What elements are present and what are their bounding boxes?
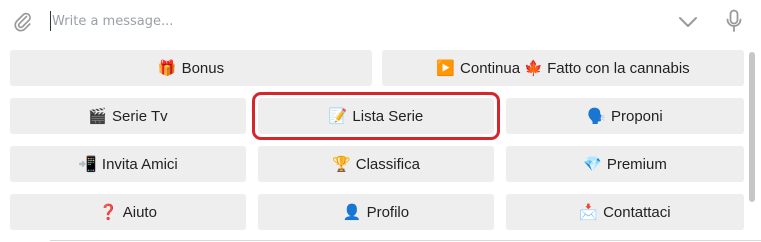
chat-composer-panel: 🎁 Bonus ▶️ Continua 🍁 Fatto con la canna… (0, 0, 761, 242)
keyboard-button-proponi[interactable]: 🗣️ Proponi (506, 98, 744, 134)
play-icon: ▶️ (436, 58, 456, 77)
trophy-icon: 🏆 (332, 154, 351, 173)
keyboard-button-classifica[interactable]: 🏆 Classifica (258, 146, 494, 182)
keyboard-button-label: Serie Tv (112, 107, 168, 125)
keyboard-button-label: Premium (606, 155, 667, 173)
keyboard-button-premium[interactable]: 💎 Premium (506, 146, 744, 182)
message-input[interactable] (50, 8, 610, 34)
keyboard-button-aiuto[interactable]: ❓ Aiuto (10, 194, 246, 230)
divider (50, 240, 761, 241)
voice-message-button[interactable] (720, 7, 748, 35)
keyboard-button-label: Aiuto (122, 203, 157, 221)
message-composer (0, 0, 761, 42)
envelope-arrow-icon: 📩 (579, 202, 599, 221)
keyboard-button-profilo[interactable]: 👤 Profilo (258, 194, 494, 230)
text-caret (50, 11, 51, 31)
clapperboard-icon: 🎬 (88, 106, 108, 125)
mobile-phone-arrow-icon: 📲 (78, 154, 97, 173)
keyboard-button-label: Proponi (610, 107, 663, 125)
keyboard-button-label: Bonus (181, 59, 225, 77)
reply-keyboard: 🎁 Bonus ▶️ Continua 🍁 Fatto con la canna… (0, 42, 761, 242)
speaking-head-icon: 🗣️ (587, 106, 606, 125)
gift-icon: 🎁 (157, 58, 177, 77)
keyboard-button-label: Classifica (355, 155, 420, 173)
attach-button[interactable] (9, 8, 35, 34)
keyboard-button-continua[interactable]: ▶️ Continua 🍁 Fatto con la cannabis (382, 50, 744, 86)
chevron-down-icon (679, 17, 697, 27)
keyboard-scrollbar[interactable] (749, 52, 755, 202)
keyboard-button-invita-amici[interactable]: 📲 Invita Amici (10, 146, 246, 182)
keyboard-button-label: Continua 🍁 Fatto con la cannabis (460, 60, 690, 77)
keyboard-button-lista-serie[interactable]: 📝 Lista Serie (252, 92, 500, 140)
keyboard-button-serie-tv[interactable]: 🎬 Serie Tv (10, 98, 246, 134)
gem-icon: 💎 (583, 154, 602, 173)
question-mark-icon: ❓ (99, 202, 118, 221)
scrollbar-thumb[interactable] (749, 52, 755, 202)
keyboard-button-label: Invita Amici (101, 155, 178, 173)
microphone-icon (726, 9, 742, 32)
hide-keyboard-button[interactable] (674, 9, 702, 35)
keyboard-button-label: Lista Serie (352, 107, 424, 125)
keyboard-button-contattaci[interactable]: 📩 Contattaci (506, 194, 744, 230)
keyboard-button-bonus[interactable]: 🎁 Bonus (10, 50, 372, 86)
keyboard-button-label: Profilo (366, 203, 410, 221)
user-silhouette-icon: 👤 (342, 202, 362, 221)
memo-icon: 📝 (328, 106, 348, 125)
keyboard-button-label: Contattaci (603, 203, 671, 221)
paperclip-icon (14, 12, 31, 32)
